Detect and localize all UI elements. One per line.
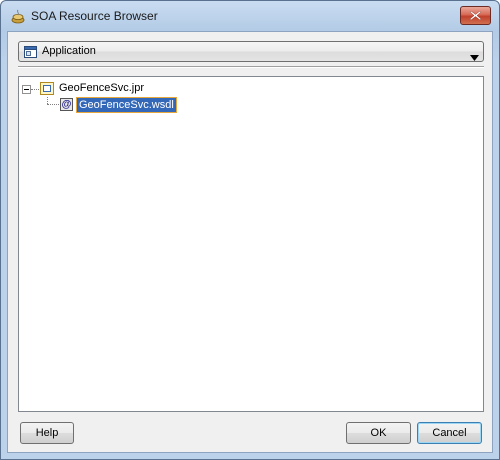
ok-button[interactable]: OK [346,422,411,444]
wsdl-icon: @ [60,98,73,111]
dropdown-selected-value: Application [42,45,96,57]
tree-item-wsdl-selected[interactable]: GeoFenceSvc.wsdl [76,97,177,113]
tree-connector [47,97,48,104]
window-title: SOA Resource Browser [31,9,158,23]
chevron-down-icon [470,48,479,66]
separator [18,66,484,68]
tree-item-project[interactable]: GeoFenceSvc.jpr [59,82,144,94]
tree-connector [47,104,59,105]
soa-resource-browser-dialog: SOA Resource Browser Application GeoFenc… [0,0,500,460]
cancel-button[interactable]: Cancel [417,422,482,444]
help-button[interactable]: Help [20,422,74,444]
resource-type-dropdown[interactable]: Application [18,41,484,62]
collapse-toggle-icon[interactable] [22,85,31,94]
title-bar[interactable]: SOA Resource Browser [1,1,499,31]
close-button[interactable] [460,6,491,25]
dialog-content: Application GeoFenceSvc.jpr @ GeoFenceSv… [7,31,493,453]
close-icon [470,11,481,20]
application-icon [24,45,37,58]
soa-resource-icon [10,9,26,25]
resource-tree[interactable]: GeoFenceSvc.jpr @ GeoFenceSvc.wsdl [18,76,484,412]
project-folder-icon [40,82,54,95]
tree-connector [31,89,39,90]
